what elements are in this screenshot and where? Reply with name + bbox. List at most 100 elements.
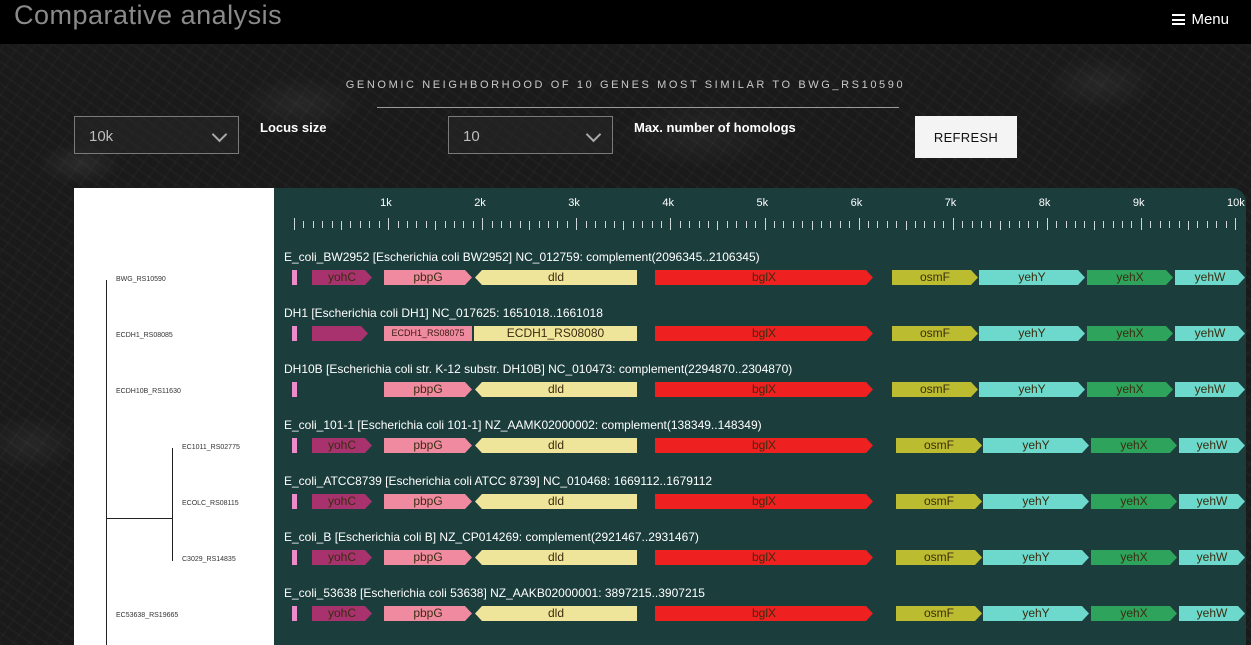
ruler-minor-tick <box>378 221 380 228</box>
gene-label: pbpG <box>413 382 443 396</box>
ruler-minor-tick <box>726 221 728 228</box>
locus-size-select[interactable]: 10k <box>74 116 239 154</box>
ruler-minor-tick <box>962 221 964 228</box>
gene-arrow-yohc[interactable]: yohC <box>312 494 372 509</box>
gene-arrow-marker[interactable] <box>292 606 297 621</box>
gene-arrow-pbpg[interactable]: pbpG <box>384 550 472 565</box>
gene-arrow-osmf[interactable]: osmF <box>896 438 982 453</box>
gene-arrow-osmf[interactable]: osmF <box>892 270 978 285</box>
menu-button[interactable]: Menu <box>1172 11 1229 28</box>
gene-arrow-marker[interactable] <box>292 382 297 397</box>
ruler-minor-tick <box>613 221 615 228</box>
gene-arrow-bglx[interactable]: bglX <box>655 438 873 453</box>
gene-label: osmF <box>924 438 954 452</box>
gene-arrow-yehx[interactable]: yehX <box>1087 382 1173 397</box>
gene-arrow-yehy[interactable]: yehY <box>979 382 1085 397</box>
gene-arrow-bglx[interactable]: bglX <box>655 606 873 621</box>
gene-arrow-yehw[interactable]: yehW <box>1175 382 1245 397</box>
ruler-minor-tick <box>1169 221 1171 228</box>
gene-arrow-yehx[interactable]: yehX <box>1091 606 1177 621</box>
gene-arrow-osmf[interactable]: osmF <box>892 382 978 397</box>
gene-arrow-yehy[interactable]: yehY <box>983 494 1089 509</box>
gene-arrow-yehy[interactable]: yehY <box>983 550 1089 565</box>
gene-label: yehY <box>1022 438 1050 452</box>
gene-arrow-pbpg[interactable]: pbpG <box>384 494 472 509</box>
refresh-button[interactable]: REFRESH <box>915 116 1017 158</box>
gene-label: yehX <box>1120 494 1148 508</box>
gene-arrow-yehw[interactable]: yehW <box>1175 326 1245 341</box>
ruler-minor-tick <box>651 221 653 228</box>
gene-arrow-pbpg[interactable]: pbpG <box>384 438 472 453</box>
gene-label: yehW <box>1196 550 1228 564</box>
gene-arrow-osmf[interactable]: osmF <box>896 606 982 621</box>
ruler-minor-tick <box>604 221 606 228</box>
section-subtitle: GENOMIC NEIGHBORHOOD OF 10 GENES MOST SI… <box>345 79 906 91</box>
homologs-select[interactable]: 10 <box>448 116 613 154</box>
scale-ruler: 1k 2k 3k 4k 5k 6k 7k 8k 9k 10k <box>274 188 1246 238</box>
gene-arrow-marker[interactable] <box>292 326 297 341</box>
gene-arrow-yehy[interactable]: yehY <box>983 438 1089 453</box>
gene-arrow-yehx[interactable]: yehX <box>1091 438 1177 453</box>
gene-arrow-bglx[interactable]: bglX <box>655 326 873 341</box>
page-title: Comparative analysis <box>14 0 283 30</box>
gene-arrow-dld[interactable]: dld <box>475 494 637 509</box>
gene-arrow-marker[interactable] <box>292 550 297 565</box>
gene-arrow-yohc[interactable]: yohC <box>312 606 372 621</box>
gene-arrow-osmf[interactable]: osmF <box>896 550 982 565</box>
gene-arrow-yohc[interactable]: yohC <box>312 550 372 565</box>
ruler-major-tick <box>1140 218 1142 230</box>
gene-arrow-yehx[interactable]: yehX <box>1091 494 1177 509</box>
tree-branch <box>172 504 173 505</box>
gene-arrow-osmf[interactable]: osmF <box>896 494 982 509</box>
gene-arrow-bglx[interactable]: bglX <box>655 550 873 565</box>
gene-arrow-yehy[interactable]: yehY <box>983 606 1089 621</box>
gene-arrow-pbpg[interactable]: pbpG <box>384 270 472 285</box>
gene-arrow-bglx[interactable]: bglX <box>655 382 873 397</box>
gene-arrow-ecdh1_rs08075[interactable]: ECDH1_RS08075 <box>384 326 472 341</box>
gene-arrow-pbpg[interactable]: pbpG <box>384 606 472 621</box>
gene-arrow-marker[interactable] <box>292 494 297 509</box>
gene-arrow-yehx[interactable]: yehX <box>1087 270 1173 285</box>
gene-arrow-marker[interactable] <box>292 270 297 285</box>
gene-arrow-marker[interactable] <box>292 438 297 453</box>
gene-arrow-yehw[interactable]: yehW <box>1179 438 1245 453</box>
gene-arrow-dld[interactable]: dld <box>475 438 637 453</box>
ruler-minor-tick <box>1131 221 1133 228</box>
gene-arrow-yehw[interactable]: yehW <box>1179 550 1245 565</box>
gene-arrow-yohc[interactable]: yohC <box>312 438 372 453</box>
gene-arrow-pbpg[interactable]: pbpG <box>384 382 472 397</box>
ruler-minor-tick <box>491 221 493 228</box>
gene-arrow-yehw[interactable]: yehW <box>1175 270 1245 285</box>
gene-arrow-osmf[interactable]: osmF <box>892 326 978 341</box>
gene-arrow-unnamed[interactable] <box>312 326 368 341</box>
gene-label: osmF <box>920 270 950 284</box>
gene-arrow-dld[interactable]: dld <box>475 270 637 285</box>
gene-arrow-yehy[interactable]: yehY <box>979 270 1085 285</box>
ruler-major-tick <box>294 218 295 230</box>
ruler-minor-tick <box>585 221 587 228</box>
gene-arrow-yehx[interactable]: yehX <box>1087 326 1173 341</box>
gene-label: yehY <box>1018 270 1046 284</box>
gene-arrow-ecdh1_rs08080[interactable]: ECDH1_RS08080 <box>474 326 637 341</box>
tree-branch <box>172 560 173 561</box>
gene-arrow-dld[interactable]: dld <box>475 606 637 621</box>
gene-arrow-bglx[interactable]: bglX <box>655 270 873 285</box>
gene-label: dld <box>547 606 564 620</box>
gene-arrow-dld[interactable]: dld <box>475 382 637 397</box>
tree-leaf-label: BWG_RS10590 <box>116 276 166 283</box>
gene-arrow-yehw[interactable]: yehW <box>1179 606 1245 621</box>
ruler-minor-tick <box>416 221 418 228</box>
gene-arrow-bglx[interactable]: bglX <box>655 494 873 509</box>
ruler-minor-tick <box>820 221 822 228</box>
subtitle-divider <box>377 107 899 108</box>
gene-arrow-yehw[interactable]: yehW <box>1179 494 1245 509</box>
gene-arrow-yehy[interactable]: yehY <box>979 326 1085 341</box>
gene-arrow-dld[interactable]: dld <box>475 550 637 565</box>
gene-arrow-yohc[interactable]: yohC <box>312 270 372 285</box>
ruler-minor-tick <box>783 221 785 228</box>
ruler-minor-tick <box>529 221 531 230</box>
gene-label: yohC <box>327 438 356 452</box>
ruler-minor-tick <box>453 221 455 228</box>
gene-arrow-yehx[interactable]: yehX <box>1091 550 1177 565</box>
ruler-minor-tick <box>1159 221 1161 228</box>
